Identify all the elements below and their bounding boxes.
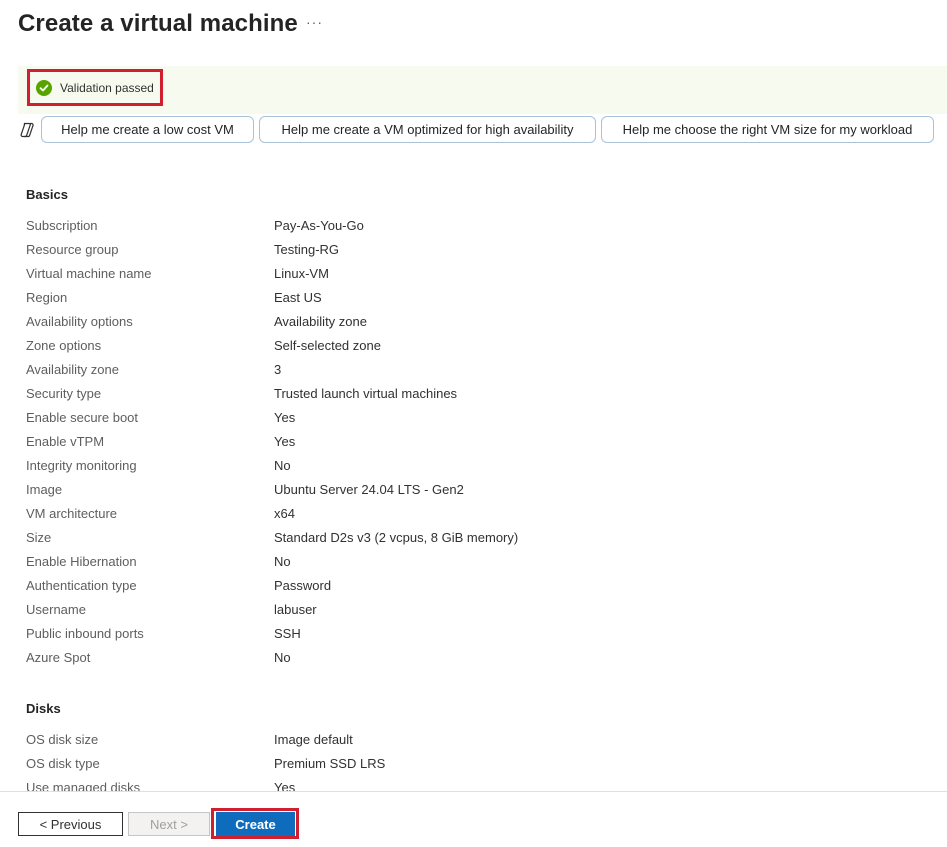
summary-row: Integrity monitoring No xyxy=(0,458,947,480)
checkmark-icon xyxy=(36,79,52,96)
summary-value: labuser xyxy=(274,602,317,617)
summary-value: Premium SSD LRS xyxy=(274,756,386,771)
section-title-disks: Disks xyxy=(26,701,61,716)
summary-row: Image Ubuntu Server 24.04 LTS - Gen2 xyxy=(0,482,947,504)
summary-value: East US xyxy=(274,290,322,305)
summary-label: Availability zone xyxy=(26,362,119,377)
previous-button[interactable]: < Previous xyxy=(18,812,123,836)
create-button[interactable]: Create xyxy=(216,812,295,836)
summary-label: Resource group xyxy=(26,242,119,257)
summary-row: Availability zone 3 xyxy=(0,362,947,384)
summary-row: Security type Trusted launch virtual mach… xyxy=(0,386,947,408)
summary-label: OS disk type xyxy=(26,756,100,771)
validation-text: Validation passed xyxy=(60,80,154,95)
summary-row: Azure Spot No xyxy=(0,650,947,672)
next-button: Next > xyxy=(128,812,210,836)
summary-row: Virtual machine name Linux-VM xyxy=(0,266,947,288)
summary-value: Ubuntu Server 24.04 LTS - Gen2 xyxy=(274,482,464,497)
summary-label: Username xyxy=(26,602,86,617)
summary-row: Subscription Pay-As-You-Go xyxy=(0,218,947,240)
copilot-icon xyxy=(20,122,34,138)
summary-label: Subscription xyxy=(26,218,98,233)
summary-label: Public inbound ports xyxy=(26,626,144,641)
summary-value: No xyxy=(274,650,291,665)
summary-label: Authentication type xyxy=(26,578,137,593)
summary-label: Security type xyxy=(26,386,102,401)
summary-label: Azure Spot xyxy=(26,650,91,665)
summary-label: Enable vTPM xyxy=(26,434,105,449)
summary-row: VM architecture x64 xyxy=(0,506,947,528)
validation-status: Validation passed xyxy=(27,69,163,106)
summary-value: Pay-As-You-Go xyxy=(274,218,364,233)
summary-label: Integrity monitoring xyxy=(26,458,137,473)
section-title-basics: Basics xyxy=(26,187,68,202)
summary-value: Password xyxy=(274,578,332,593)
summary-row: Authentication type Password xyxy=(0,578,947,600)
suggestion-low-cost-vm[interactable]: Help me create a low cost VM xyxy=(41,116,254,143)
summary-label: Zone options xyxy=(26,338,102,353)
summary-row: OS disk size Image default xyxy=(0,732,947,754)
summary-value: 3 xyxy=(274,362,282,377)
summary-value: Self-selected zone xyxy=(274,338,381,353)
summary-value: Yes xyxy=(274,434,296,449)
suggestion-high-availability-vm[interactable]: Help me create a VM optimized for high a… xyxy=(259,116,596,143)
summary-label: Availability options xyxy=(26,314,133,329)
summary-label: Image xyxy=(26,482,63,497)
summary-row: Resource group Testing-RG xyxy=(0,242,947,264)
summary-value: Trusted launch virtual machines xyxy=(274,386,458,401)
summary-label: Virtual machine name xyxy=(26,266,152,281)
summary-value: No xyxy=(274,554,291,569)
summary-value: Standard D2s v3 (2 vcpus, 8 GiB memory) xyxy=(274,530,519,545)
summary-label: Enable Hibernation xyxy=(26,554,137,569)
summary-label: Region xyxy=(26,290,68,305)
summary-label: VM architecture xyxy=(26,506,118,521)
summary-row: Region East US xyxy=(0,290,947,312)
summary-value: Yes xyxy=(274,410,296,425)
summary-row: Public inbound ports SSH xyxy=(0,626,947,648)
summary-value: Availability zone xyxy=(274,314,367,329)
summary-value: No xyxy=(274,458,291,473)
summary-value: SSH xyxy=(274,626,301,641)
summary-row: Enable Hibernation No xyxy=(0,554,947,576)
suggestion-vm-size[interactable]: Help me choose the right VM size for my … xyxy=(601,116,934,143)
summary-row: Availability options Availability zone xyxy=(0,314,947,336)
summary-row: Username labuser xyxy=(0,602,947,624)
summary-label: OS disk size xyxy=(26,732,99,747)
summary-value: Linux-VM xyxy=(274,266,329,281)
summary-row: OS disk type Premium SSD LRS xyxy=(0,756,947,778)
summary-value: Image default xyxy=(274,732,353,747)
summary-row: Size Standard D2s v3 (2 vcpus, 8 GiB memo… xyxy=(0,530,947,552)
summary-value: x64 xyxy=(274,506,295,521)
page-title: Create a virtual machine xyxy=(18,10,298,37)
summary-row: Zone options Self-selected zone xyxy=(0,338,947,360)
summary-label: Size xyxy=(26,530,52,545)
summary-row: Enable secure boot Yes xyxy=(0,410,947,432)
more-options-button[interactable]: ··· xyxy=(306,14,323,30)
summary-value: Testing-RG xyxy=(274,242,340,257)
summary-label: Enable secure boot xyxy=(26,410,139,425)
summary-row: Enable vTPM Yes xyxy=(0,434,947,456)
